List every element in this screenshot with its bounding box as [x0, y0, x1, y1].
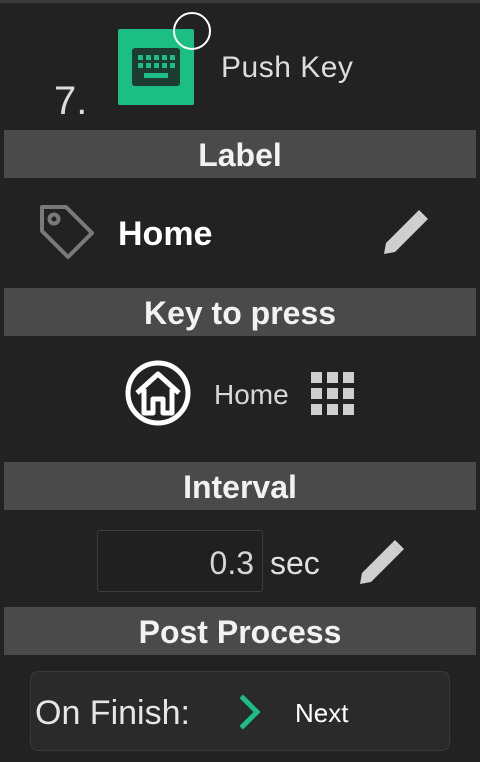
edit-label-pencil-icon[interactable] — [380, 206, 432, 258]
section-header-interval: Interval — [4, 462, 476, 510]
interval-unit: sec — [270, 545, 320, 581]
section-header-label: Label — [4, 130, 476, 178]
section-header-post-process: Post Process — [4, 607, 476, 655]
label-value[interactable]: Home — [118, 215, 212, 254]
action-title: Push Key — [221, 51, 354, 84]
edit-interval-pencil-icon[interactable] — [356, 536, 408, 588]
selection-circle[interactable] — [173, 12, 211, 50]
home-circle-icon[interactable] — [124, 359, 192, 427]
keyboard-icon — [132, 48, 180, 86]
action-editor: 7. Push Key Label Home Key to press Home… — [0, 0, 480, 762]
on-finish-label: On Finish: — [35, 694, 190, 732]
interval-value: 0.3 — [209, 545, 254, 581]
on-finish-selector[interactable]: On Finish: Next — [30, 671, 450, 751]
key-name: Home — [214, 379, 289, 410]
interval-input[interactable]: 0.3 — [97, 530, 263, 592]
tag-icon — [40, 205, 94, 259]
chevron-right-icon — [239, 694, 261, 730]
section-header-key-to-press: Key to press — [4, 288, 476, 336]
grid-icon[interactable] — [310, 371, 356, 417]
step-number: 7. — [54, 79, 88, 123]
on-finish-value: Next — [295, 698, 349, 728]
